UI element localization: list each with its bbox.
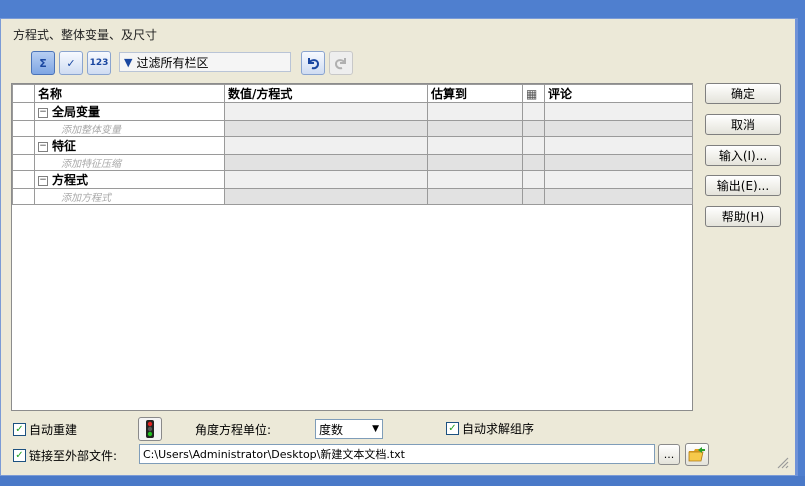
group-row-equations[interactable]: − 方程式 bbox=[12, 170, 693, 189]
add-placeholder[interactable]: 添加整体变量 bbox=[34, 120, 225, 137]
auto-solve-order-checkbox[interactable]: ✓ 自动求解组序 bbox=[446, 420, 534, 437]
add-placeholder[interactable]: 添加特征压缩 bbox=[34, 154, 225, 171]
sigma-filter-icon: Σ bbox=[39, 56, 47, 70]
import-button[interactable]: 输入(I)... bbox=[705, 145, 781, 166]
add-feature-row[interactable]: 添加特征压缩 bbox=[12, 154, 693, 171]
resize-grip-icon[interactable] bbox=[773, 453, 789, 469]
traffic-light-icon bbox=[146, 420, 154, 438]
collapse-toggle-icon[interactable]: − bbox=[38, 175, 48, 186]
number-filter-icon: 123 bbox=[89, 58, 109, 68]
undo-icon bbox=[308, 58, 320, 70]
group-row-features[interactable]: − 特征 bbox=[12, 136, 693, 155]
desktop-strip bbox=[0, 476, 805, 486]
undo-button[interactable] bbox=[301, 51, 325, 75]
redo-icon bbox=[334, 58, 346, 70]
group-row-global-variables[interactable]: − 全局变量 bbox=[12, 102, 693, 121]
file-path-text: C:\Users\Administrator\Desktop\新建文本文档.tx… bbox=[143, 448, 405, 461]
collapse-toggle-icon[interactable]: − bbox=[38, 141, 48, 152]
column-header-value[interactable]: 数值/方程式 bbox=[224, 84, 428, 103]
angle-unit-select[interactable]: 度数 ▼ bbox=[315, 419, 383, 439]
export-button[interactable]: 输出(E)... bbox=[705, 175, 781, 196]
add-placeholder[interactable]: 添加方程式 bbox=[34, 188, 225, 205]
add-equation-row[interactable]: 添加方程式 bbox=[12, 188, 693, 205]
browse-button[interactable]: ... bbox=[658, 444, 680, 465]
angle-unit-value: 度数 bbox=[319, 422, 344, 437]
column-header-evaluates[interactable]: 估算到 bbox=[427, 84, 523, 103]
link-icon: ▦ bbox=[526, 86, 538, 101]
add-global-variable-row[interactable]: 添加整体变量 bbox=[12, 120, 693, 137]
link-external-file-label: 链接至外部文件: bbox=[29, 449, 118, 463]
cancel-button[interactable]: 取消 bbox=[705, 114, 781, 135]
dialog-title: 方程式、整体变量、及尺寸 bbox=[13, 28, 158, 42]
sigma-filter-button[interactable]: Σ bbox=[31, 51, 55, 75]
checkmark-icon: ✓ bbox=[446, 422, 459, 435]
funnel-icon: ▼ bbox=[124, 55, 133, 69]
open-folder-icon bbox=[688, 446, 705, 461]
check-filter-button[interactable]: ✓ bbox=[59, 51, 83, 75]
equations-grid[interactable]: 名称 数值/方程式 估算到 ▦ 评论 − 全局变量 添加整体变量 − 特征 添加… bbox=[11, 83, 693, 411]
auto-rebuild-checkbox[interactable]: ✓ 自动重建 bbox=[13, 421, 77, 438]
column-header-comment[interactable]: 评论 bbox=[544, 84, 693, 103]
checkmark-icon: ✓ bbox=[13, 423, 26, 436]
ok-button[interactable]: 确定 bbox=[705, 83, 781, 104]
checkmark-icon: ✓ bbox=[13, 449, 26, 462]
dropdown-arrow-icon: ▼ bbox=[372, 424, 379, 434]
open-file-button[interactable] bbox=[685, 443, 709, 466]
collapse-toggle-icon[interactable]: − bbox=[38, 107, 48, 118]
check-filter-icon: ✓ bbox=[66, 56, 76, 70]
column-header-name[interactable]: 名称 bbox=[34, 84, 225, 103]
group-label: 全局变量 bbox=[52, 105, 101, 119]
redo-button[interactable] bbox=[329, 51, 353, 75]
filter-text: 过滤所有栏区 bbox=[136, 55, 209, 70]
equations-dialog: 方程式、整体变量、及尺寸 Σ ✓ 123 ▼ 过滤所有栏区 名称 数值/方程式 … bbox=[0, 18, 798, 476]
help-button[interactable]: 帮助(H) bbox=[705, 206, 781, 227]
auto-rebuild-label: 自动重建 bbox=[29, 423, 78, 437]
row-header-cell bbox=[12, 84, 35, 103]
grid-header-row: 名称 数值/方程式 估算到 ▦ 评论 bbox=[12, 84, 693, 103]
filter-input[interactable]: ▼ 过滤所有栏区 bbox=[119, 52, 291, 72]
auto-solve-order-label: 自动求解组序 bbox=[462, 422, 535, 436]
link-external-file-checkbox[interactable]: ✓ 链接至外部文件: bbox=[13, 447, 117, 464]
group-label: 方程式 bbox=[52, 173, 89, 187]
group-label: 特征 bbox=[52, 139, 77, 153]
traffic-light-button[interactable] bbox=[138, 417, 162, 441]
external-file-path-input[interactable]: C:\Users\Administrator\Desktop\新建文本文档.tx… bbox=[139, 444, 655, 464]
number-filter-button[interactable]: 123 bbox=[87, 51, 111, 75]
column-header-link[interactable]: ▦ bbox=[522, 84, 545, 103]
angle-unit-label: 角度方程单位: bbox=[195, 423, 272, 437]
